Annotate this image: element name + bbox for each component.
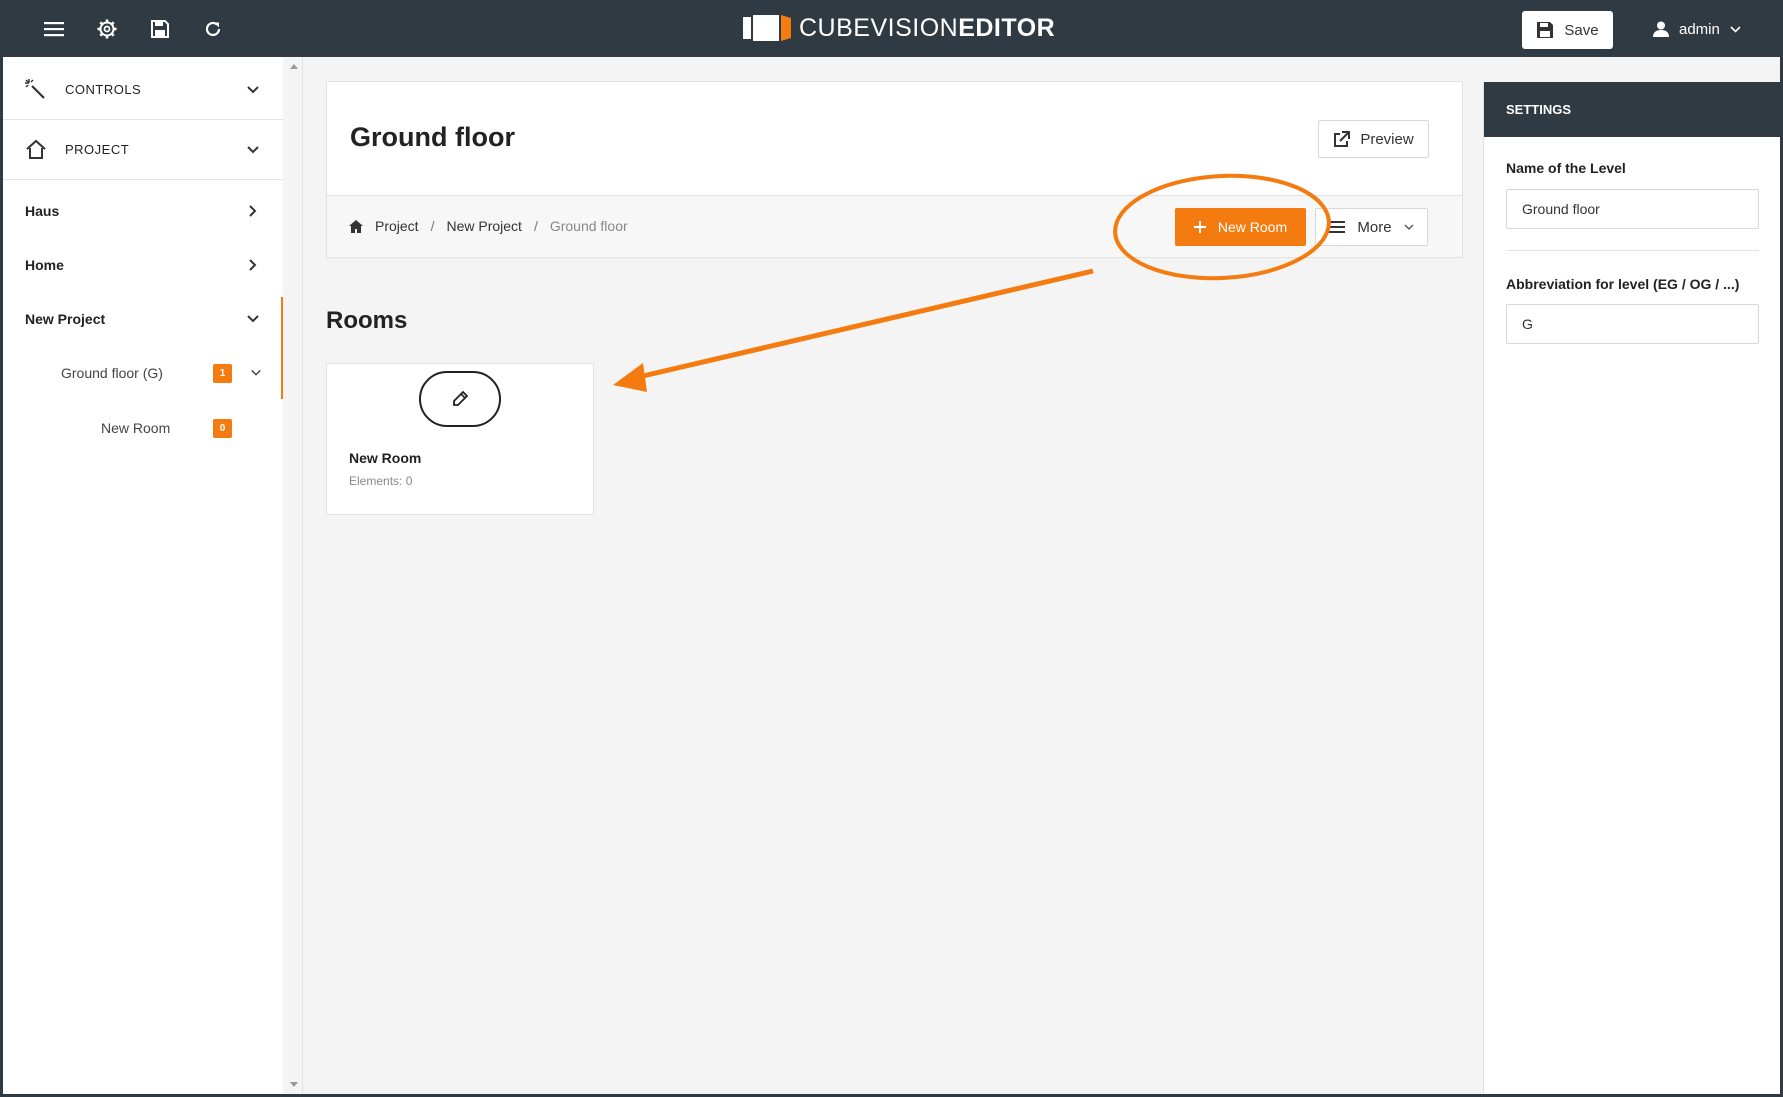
annotation-arrow-head bbox=[613, 363, 647, 392]
menu-icon[interactable] bbox=[41, 16, 67, 42]
chevron-right-icon bbox=[249, 205, 257, 217]
menu-icon bbox=[1329, 221, 1346, 233]
count-badge: 1 bbox=[213, 363, 232, 383]
top-bar: CUBEVISIONEDITOR Save admin bbox=[3, 0, 1780, 57]
app-window: CUBEVISIONEDITOR Save admin CONTROLS PRO… bbox=[3, 0, 1780, 1094]
sidebar-item-label: Home bbox=[25, 257, 64, 273]
chevron-down-icon bbox=[1404, 224, 1414, 230]
app-logo: CUBEVISIONEDITOR bbox=[743, 12, 1055, 44]
sidebar-item-ground-floor[interactable]: Ground floor (G) 1 bbox=[3, 353, 283, 393]
room-name: New Room bbox=[349, 450, 422, 466]
breadcrumb-item-project[interactable]: Project bbox=[375, 218, 419, 234]
annotation-arrow-line bbox=[642, 268, 1094, 379]
active-indicator bbox=[281, 297, 283, 399]
user-menu[interactable]: admin bbox=[1653, 18, 1741, 40]
sidebar: CONTROLS PROJECT Haus Home New Project G… bbox=[3, 57, 283, 1094]
home-icon[interactable] bbox=[349, 219, 363, 233]
save-button-label: Save bbox=[1564, 21, 1599, 39]
logo-text: CUBEVISIONEDITOR bbox=[799, 13, 1056, 42]
breadcrumb-bar: Project / New Project / Ground floor New… bbox=[327, 195, 1462, 257]
room-card[interactable]: New Room Elements: 0 bbox=[326, 363, 594, 515]
preview-button[interactable]: Preview bbox=[1318, 120, 1429, 158]
more-button-label: More bbox=[1357, 218, 1392, 236]
rooms-section-title: Rooms bbox=[326, 307, 408, 334]
floppy-icon[interactable] bbox=[147, 16, 173, 42]
save-button[interactable]: Save bbox=[1522, 11, 1613, 49]
sidebar-item-haus[interactable]: Haus bbox=[3, 191, 283, 231]
more-button[interactable]: More bbox=[1315, 208, 1428, 246]
count-badge: 0 bbox=[213, 418, 232, 438]
room-element-count: Elements: 0 bbox=[349, 474, 413, 488]
chevron-down-icon bbox=[247, 315, 259, 323]
sidebar-item-home[interactable]: Home bbox=[3, 245, 283, 285]
breadcrumb: Project / New Project / Ground floor bbox=[349, 218, 628, 234]
sidebar-item-new-room[interactable]: New Room 0 bbox=[3, 408, 283, 448]
breadcrumb-item-current: Ground floor bbox=[549, 218, 628, 234]
sidebar-item-label: New Room bbox=[101, 420, 171, 436]
chevron-right-icon bbox=[249, 259, 257, 271]
level-abbreviation-label: Abbreviation for level (EG / OG / ...) bbox=[1506, 276, 1740, 292]
breadcrumb-separator: / bbox=[430, 218, 435, 234]
settings-panel: SETTINGS Name of the Level Abbreviation … bbox=[1483, 82, 1780, 1094]
level-name-input[interactable] bbox=[1506, 189, 1759, 229]
breadcrumb-item-new-project[interactable]: New Project bbox=[446, 218, 521, 234]
settings-header: SETTINGS bbox=[1484, 82, 1780, 137]
new-room-button[interactable]: New Room bbox=[1175, 208, 1306, 246]
sidebar-item-new-project[interactable]: New Project bbox=[3, 299, 283, 339]
gear-icon[interactable] bbox=[94, 16, 120, 42]
sidebar-scrollbar[interactable] bbox=[286, 57, 303, 1094]
scroll-up-icon[interactable] bbox=[290, 63, 298, 69]
user-name: admin bbox=[1679, 20, 1720, 38]
home-icon bbox=[26, 139, 46, 159]
sidebar-item-label: Haus bbox=[25, 203, 60, 219]
sidebar-item-label: New Project bbox=[25, 311, 106, 327]
level-header-card: Ground floor Preview Project / New Proje… bbox=[326, 81, 1463, 258]
sidebar-item-label: Ground floor (G) bbox=[61, 365, 163, 381]
edit-room-button[interactable] bbox=[419, 371, 501, 427]
plus-icon bbox=[1193, 221, 1206, 233]
level-abbreviation-input[interactable] bbox=[1506, 304, 1759, 344]
pencil-icon bbox=[453, 390, 469, 406]
refresh-icon[interactable] bbox=[200, 16, 226, 42]
chevron-down-icon bbox=[1730, 25, 1741, 33]
sidebar-section-project[interactable]: PROJECT bbox=[3, 120, 283, 180]
level-name-label: Name of the Level bbox=[1506, 160, 1626, 176]
scroll-down-icon[interactable] bbox=[290, 1082, 298, 1088]
cube-logo-icon bbox=[743, 13, 793, 43]
new-room-button-label: New Room bbox=[1217, 219, 1288, 235]
sidebar-section-label: CONTROLS bbox=[65, 82, 142, 97]
sidebar-section-controls[interactable]: CONTROLS bbox=[3, 60, 283, 120]
divider bbox=[1506, 250, 1759, 251]
chevron-down-icon bbox=[247, 145, 259, 153]
floppy-icon bbox=[1537, 22, 1554, 38]
page-title: Ground floor bbox=[350, 122, 515, 152]
breadcrumb-separator: / bbox=[533, 218, 538, 234]
chevron-down-icon bbox=[247, 85, 259, 93]
sidebar-section-label: PROJECT bbox=[65, 142, 130, 157]
magic-wand-icon bbox=[25, 78, 45, 99]
preview-button-label: Preview bbox=[1360, 130, 1414, 148]
chevron-down-icon bbox=[251, 369, 261, 376]
external-link-icon bbox=[1334, 130, 1351, 147]
user-icon bbox=[1653, 21, 1669, 37]
